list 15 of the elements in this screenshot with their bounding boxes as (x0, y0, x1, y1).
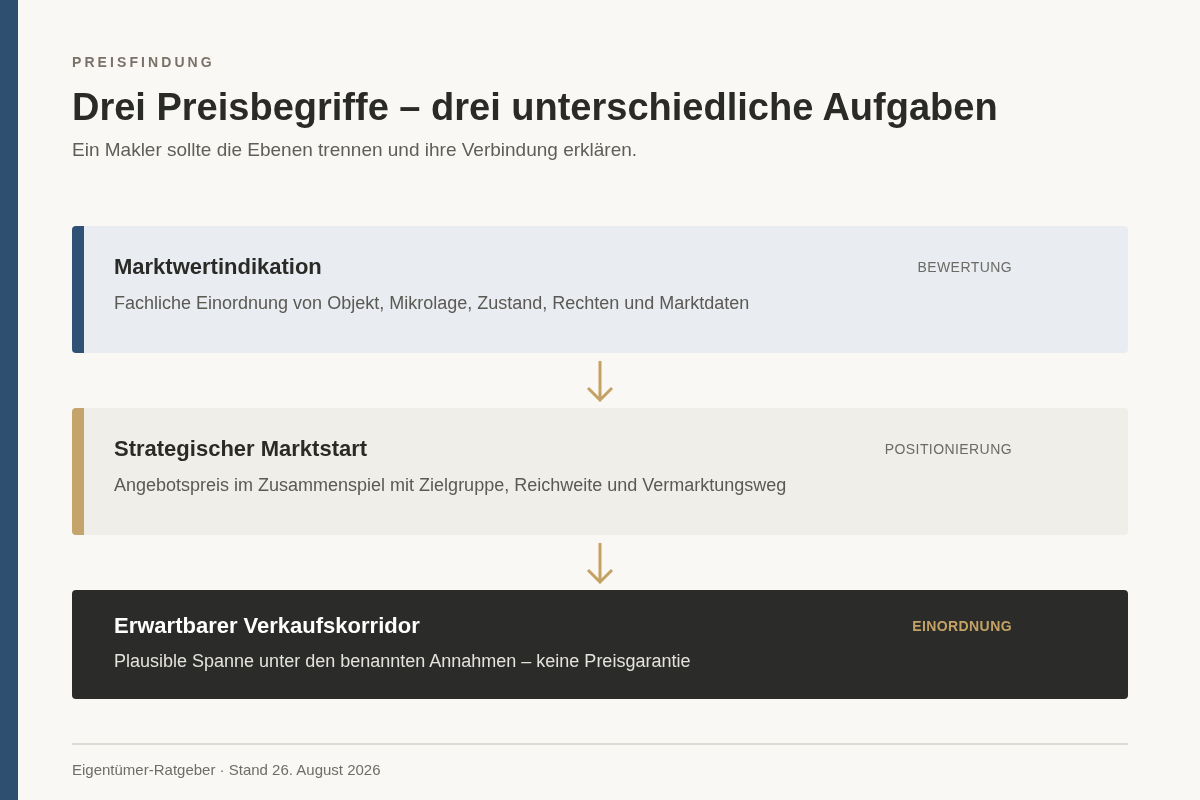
level-description: Fachliche Einordnung von Objekt, Mikrolage, Zustand, Rechten und Marktdaten (114, 292, 750, 315)
section-label: PREISFINDUNG (72, 53, 215, 71)
category-label: POSITIONIERUNG (884, 440, 1012, 458)
category-label: EINORDNUNG (912, 617, 1012, 635)
page-title: Drei Preisbegriffe – drei unterschiedliche Aufgaben (72, 85, 998, 129)
page-subtitle: Ein Makler sollte die Ebenen trennen und ihre Verbindung erklären. (72, 138, 638, 162)
category-label: BEWERTUNG (917, 258, 1012, 276)
level-title: Marktwertindikation (114, 254, 322, 280)
down-arrow-icon (586, 542, 614, 584)
footer-text: Eigentümer-Ratgeber · Stand 26. August 2026 (72, 761, 381, 779)
level-title: Strategischer Marktstart (114, 436, 368, 462)
level-title: Erwartbarer Verkaufskorridor (114, 613, 420, 639)
down-arrow-icon (586, 360, 614, 402)
level-description: Plausible Spanne unter den benannten Annahmen – keine Preisgarantie (114, 650, 691, 673)
level-description: Angebotspreis im Zusammenspiel mit Zielgruppe, Reichweite und Vermarktungsweg (114, 474, 787, 497)
